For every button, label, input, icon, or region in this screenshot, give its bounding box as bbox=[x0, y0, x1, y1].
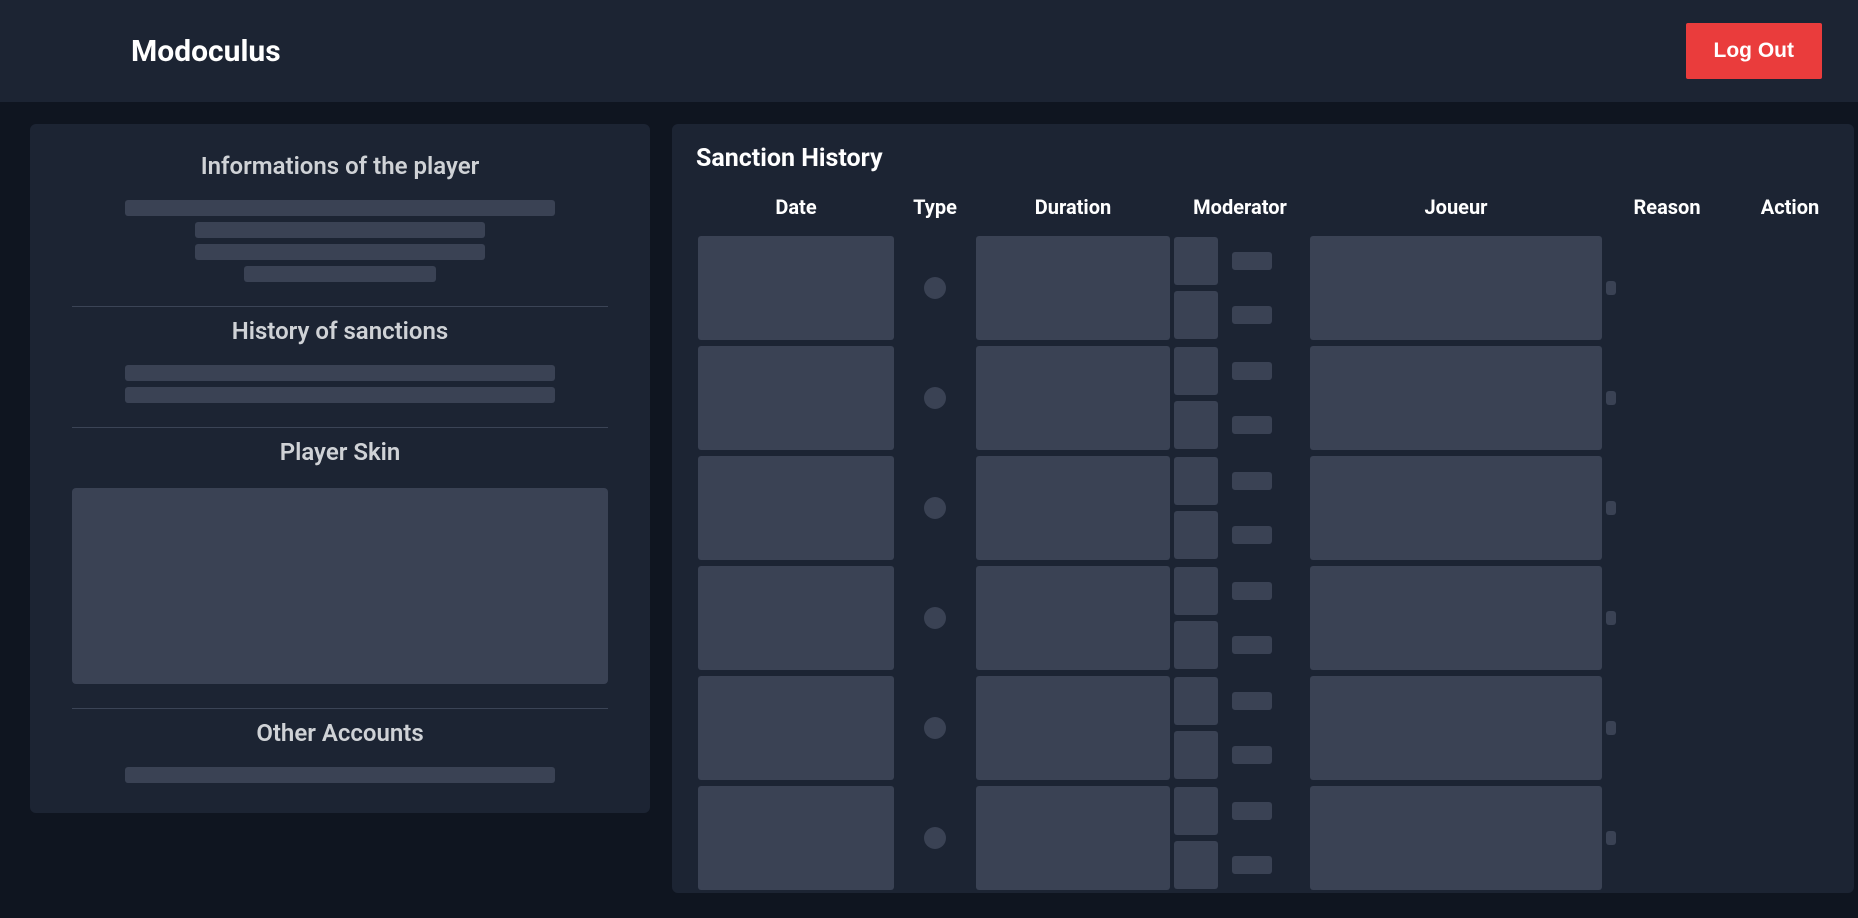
logout-button[interactable]: Log Out bbox=[1686, 23, 1822, 79]
player-skin-skeleton bbox=[72, 488, 608, 684]
skeleton-cell bbox=[698, 346, 894, 450]
main-panel: Sanction History Date Type Duration Mode… bbox=[672, 124, 1854, 893]
skeleton-cell bbox=[1606, 281, 1616, 295]
column-header-reason: Reason bbox=[1604, 195, 1730, 233]
sanction-table: Date Type Duration Moderator Joueur Reas… bbox=[696, 195, 1850, 893]
skeleton-cell bbox=[1174, 787, 1306, 889]
sanction-history-skeleton-line bbox=[125, 365, 555, 381]
skeleton-cell bbox=[1310, 566, 1602, 670]
skeleton-cell bbox=[976, 786, 1170, 890]
skeleton-cell bbox=[1310, 456, 1602, 560]
skeleton-cell bbox=[698, 456, 894, 560]
table-row bbox=[696, 453, 1850, 563]
skeleton-cell bbox=[698, 566, 894, 670]
sanction-history-skeleton-line bbox=[125, 387, 555, 403]
skeleton-cell bbox=[1310, 346, 1602, 450]
skeleton-cell bbox=[1310, 236, 1602, 340]
table-row bbox=[696, 343, 1850, 453]
skeleton-cell bbox=[976, 566, 1170, 670]
skeleton-cell bbox=[924, 497, 946, 519]
app-title: Modoculus bbox=[131, 34, 281, 69]
skeleton-cell bbox=[698, 236, 894, 340]
player-info-skeleton-line bbox=[195, 244, 485, 260]
column-header-moderator: Moderator bbox=[1172, 195, 1308, 233]
skeleton-cell bbox=[1174, 347, 1306, 449]
column-header-duration: Duration bbox=[974, 195, 1172, 233]
player-info-title: Informations of the player bbox=[72, 142, 608, 194]
skeleton-cell bbox=[976, 456, 1170, 560]
skeleton-cell bbox=[1310, 786, 1602, 890]
main-title: Sanction History bbox=[696, 144, 1850, 173]
skeleton-cell bbox=[1606, 831, 1616, 845]
skeleton-cell bbox=[924, 277, 946, 299]
skeleton-cell bbox=[976, 346, 1170, 450]
table-row bbox=[696, 673, 1850, 783]
app-header: Modoculus Log Out bbox=[0, 0, 1858, 102]
skeleton-cell bbox=[698, 676, 894, 780]
skeleton-cell bbox=[924, 607, 946, 629]
skeleton-cell bbox=[924, 387, 946, 409]
skeleton-cell bbox=[1606, 391, 1616, 405]
skeleton-cell bbox=[976, 676, 1170, 780]
skeleton-cell bbox=[1174, 567, 1306, 669]
table-row bbox=[696, 563, 1850, 673]
player-info-skeleton-line bbox=[195, 222, 485, 238]
column-header-date: Date bbox=[696, 195, 896, 233]
column-header-action: Action bbox=[1730, 195, 1850, 233]
skeleton-cell bbox=[976, 236, 1170, 340]
skeleton-cell bbox=[1606, 501, 1616, 515]
other-accounts-title: Other Accounts bbox=[72, 709, 608, 761]
skeleton-cell bbox=[698, 786, 894, 890]
other-accounts-skeleton-line bbox=[125, 767, 555, 783]
skeleton-cell bbox=[1174, 677, 1306, 779]
table-row bbox=[696, 783, 1850, 893]
sidebar: Informations of the player History of sa… bbox=[30, 124, 650, 893]
column-header-type: Type bbox=[896, 195, 974, 233]
skeleton-cell bbox=[924, 827, 946, 849]
player-info-skeleton-line bbox=[125, 200, 555, 216]
player-skin-title: Player Skin bbox=[72, 428, 608, 480]
skeleton-cell bbox=[1174, 237, 1306, 339]
sanction-history-title: History of sanctions bbox=[72, 307, 608, 359]
skeleton-cell bbox=[1174, 457, 1306, 559]
column-header-joueur: Joueur bbox=[1308, 195, 1604, 233]
table-row bbox=[696, 233, 1850, 343]
player-info-skeleton-line bbox=[244, 266, 436, 282]
player-info-card: Informations of the player History of sa… bbox=[30, 124, 650, 813]
content-area: Informations of the player History of sa… bbox=[0, 102, 1858, 915]
skeleton-cell bbox=[1606, 611, 1616, 625]
skeleton-cell bbox=[1606, 721, 1616, 735]
skeleton-cell bbox=[1310, 676, 1602, 780]
skeleton-cell bbox=[924, 717, 946, 739]
